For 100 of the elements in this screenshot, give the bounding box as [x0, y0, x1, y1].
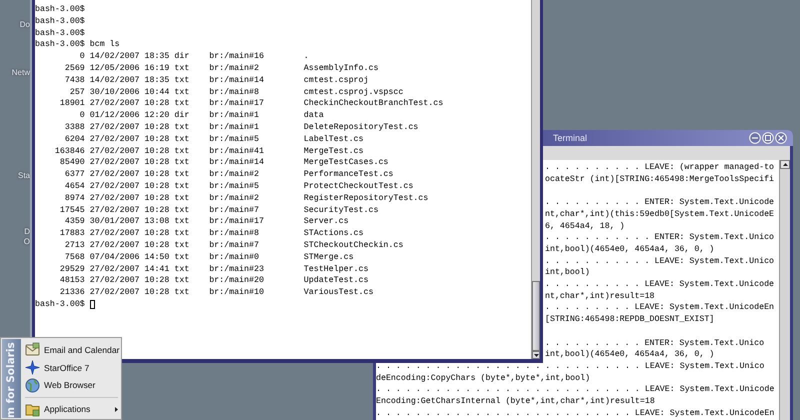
- listing-cell-text: txt: [174, 98, 190, 110]
- listing-cell-text: txt: [174, 134, 190, 146]
- menu-item[interactable]: Email and Calendar: [25, 341, 120, 359]
- listing-cell: TestHelper.cs: [304, 264, 368, 276]
- listing-cell-text: txt: [174, 264, 190, 276]
- listing-cell: ProtectCheckoutTest.cs: [304, 180, 414, 193]
- listing-cell-text: 163846: [54, 146, 85, 158]
- listing-cell: 10:28: [144, 157, 170, 170]
- scrollbar[interactable]: [531, 0, 540, 359]
- listing-cell-text: br:/main#8: [209, 86, 260, 98]
- desktop-icon-label: Netw: [12, 68, 30, 78]
- listing-cell-text: br:/main#5: [209, 134, 260, 146]
- listing-cell: 27/02/2007: [90, 264, 140, 276]
- terminal-line: int,bool)(4654e0, 4654a4, 36, 0, ): [545, 244, 714, 256]
- listing-cell: 30/01/2007: [90, 216, 140, 228]
- listing-cell: 07/04/2006: [90, 252, 140, 264]
- listing-cell-text: dir: [174, 110, 190, 122]
- scrollbar[interactable]: [779, 160, 790, 361]
- listing-cell: cmtest.csproj.vspscc: [304, 86, 404, 98]
- terminal-line: [STRING:465498:REPDB_DOESNT_EXIST]: [545, 314, 714, 326]
- terminal-line: . . . . . . . . . LEAVE: System.Text.UnicodeEn: [545, 302, 774, 314]
- listing-cell-text: 2569: [64, 62, 85, 75]
- desktop-icon-label: O: [24, 237, 30, 247]
- scrollbar-thumb[interactable]: [532, 281, 540, 351]
- terminal-line: int,bool)(4654e0, 4654a4, 36, 0, ): [545, 349, 714, 361]
- listing-cell: 12:20: [144, 110, 170, 122]
- listing-cell-text: txt: [174, 275, 190, 288]
- terminal-line: . . . . . . . . . . LEAVE: System.Text.Unicode: [545, 279, 774, 291]
- listing-cell: 10:28: [144, 98, 170, 110]
- listing-cell: 10:44: [144, 86, 170, 98]
- folder-icon: [25, 402, 40, 417]
- listing-cell-text: br:/main#1: [209, 110, 260, 122]
- terminal-line: bash-3.00$: [35, 16, 85, 28]
- scroll-down-button[interactable]: [532, 351, 540, 359]
- listing-cell: DeleteRepositoryTest.cs: [304, 122, 418, 134]
- scrollbar[interactable]: [779, 360, 790, 420]
- listing-cell-text: 6204: [64, 134, 85, 146]
- listing-cell-text: 2713: [64, 240, 85, 252]
- listing-cell: MergeTest.cs: [304, 146, 364, 158]
- listing-cell: 27/02/2007: [90, 122, 140, 134]
- mail-calendar-icon: [25, 342, 40, 358]
- menu-banner-text: m for Solaris: [4, 342, 18, 418]
- menu-item[interactable]: Web Browser: [25, 376, 120, 394]
- terminal-prompt: bash-3.00$: [35, 298, 85, 311]
- listing-cell-text: br:/main#20: [209, 275, 265, 288]
- listing-cell-text: br:/main#7: [209, 204, 260, 216]
- listing-cell-text: 7568: [64, 252, 85, 264]
- listing-cell: 10:28: [144, 275, 170, 288]
- listing-cell-text: br:/main#17: [209, 98, 265, 110]
- listing-cell-text: txt: [174, 252, 190, 264]
- terminal-line: bash-3.00$ bcm ls: [35, 39, 120, 52]
- listing-cell: Server.cs: [304, 216, 349, 228]
- terminal-line: bash-3.00$: [35, 4, 85, 16]
- listing-cell: 30/10/2006: [90, 86, 140, 98]
- listing-cell-text: txt: [174, 228, 190, 240]
- listing-cell: 18:35: [144, 51, 170, 63]
- listing-cell: LabelTest.cs: [304, 134, 364, 146]
- listing-cell: STActions.cs: [304, 228, 364, 240]
- up-arrow-icon: [782, 163, 788, 166]
- listing-cell-text: 17545: [58, 204, 85, 216]
- listing-cell-text: dir: [174, 51, 190, 63]
- listing-cell: SecurityTest.cs: [304, 204, 378, 216]
- terminal-line: deEncoding:CopyChars (byte*,byte*,int,bool): [376, 372, 590, 384]
- down-arrow-icon: [534, 354, 538, 356]
- listing-cell: 27/02/2007: [90, 240, 140, 252]
- listing-cell-text: 4654: [64, 180, 85, 193]
- listing-cell: MergeTestCases.cs: [304, 157, 388, 170]
- listing-cell: 10:28: [144, 146, 170, 158]
- listing-cell: 10:28: [144, 228, 170, 240]
- close-icon[interactable]: [775, 132, 787, 144]
- listing-cell: 10:28: [144, 204, 170, 216]
- listing-cell: CheckinCheckoutBranchTest.cs: [304, 98, 444, 110]
- listing-cell-text: 4359: [64, 216, 85, 228]
- listing-cell-text: br:/main#17: [209, 216, 265, 228]
- scroll-up-button[interactable]: [780, 160, 790, 169]
- minimize-icon[interactable]: [749, 132, 761, 144]
- menu-item[interactable]: Applications: [25, 400, 120, 418]
- listing-cell: VariousTest.cs: [304, 287, 374, 299]
- maximize-icon[interactable]: [762, 132, 774, 144]
- listing-cell: 27/02/2007: [90, 275, 140, 288]
- listing-cell: UpdateTest.cs: [304, 275, 368, 288]
- listing-cell-text: txt: [174, 287, 190, 299]
- terminal-line: . . . . . . . . . . ENTER: System.Text.Unico: [545, 338, 764, 350]
- listing-cell: 14/02/2007: [90, 74, 140, 87]
- listing-cell-text: 257: [68, 86, 85, 98]
- listing-cell-text: 0: [78, 51, 85, 63]
- listing-cell: 27/02/2007: [90, 287, 140, 299]
- terminal-line: int,bool): [545, 267, 590, 280]
- listing-cell-text: br:/main#41: [209, 146, 265, 158]
- menu-item[interactable]: StarOffice 7: [25, 358, 120, 376]
- listing-cell: 27/02/2007: [90, 157, 140, 170]
- listing-cell: data: [304, 110, 324, 122]
- listing-cell-text: br:/main#2: [209, 62, 260, 75]
- listing-cell-text: 85490: [58, 157, 85, 170]
- listing-cell-text: txt: [174, 62, 190, 75]
- listing-cell-text: txt: [174, 86, 190, 98]
- listing-cell-text: 18901: [58, 98, 85, 110]
- listing-cell-text: br:/main#10: [209, 287, 265, 299]
- listing-cell-text: 0: [78, 110, 85, 122]
- listing-cell-text: 48153: [58, 275, 85, 288]
